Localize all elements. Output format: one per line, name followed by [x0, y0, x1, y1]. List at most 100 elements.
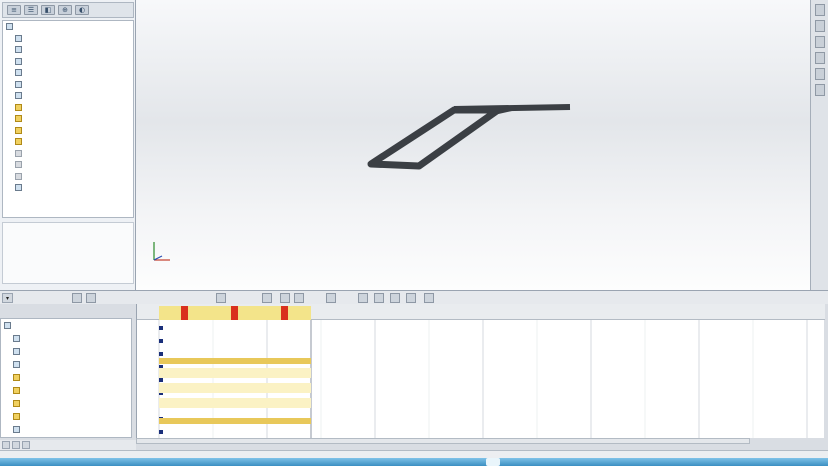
tree-item[interactable] — [1, 410, 131, 423]
view-palette-icon[interactable] — [814, 52, 825, 64]
part-icon — [15, 115, 22, 123]
property-manager-tab[interactable]: ☰ — [24, 5, 38, 15]
start-key — [159, 378, 163, 382]
tree-item[interactable] — [1, 332, 131, 345]
motion-study-icon — [4, 322, 11, 329]
feature-tree — [2, 20, 134, 218]
part-icon — [13, 400, 20, 407]
tree-item[interactable] — [3, 44, 133, 56]
animation-wizard-button[interactable] — [326, 293, 336, 303]
mates-folder-icon — [15, 184, 22, 192]
list-icon: ☰ — [27, 6, 35, 14]
spring-button[interactable] — [406, 293, 416, 303]
component-change-bar — [159, 398, 311, 408]
model-tab[interactable] — [2, 441, 10, 449]
motion-study-tab[interactable] — [12, 441, 20, 449]
timeline-graph[interactable] — [137, 304, 825, 438]
display-manager-tab[interactable]: ◐ — [75, 5, 89, 15]
feature-manager-panel: ≡ ☰ ◧ ⊕ ◐ — [0, 0, 136, 290]
feature-manager-tabs: ≡ ☰ ◧ ⊕ ◐ — [2, 2, 134, 18]
tree-item[interactable] — [1, 345, 131, 358]
origin-icon — [15, 92, 22, 100]
timeline-area[interactable] — [136, 304, 825, 438]
part-icon — [13, 387, 20, 394]
motion-manager-toolbar: ▾ — [0, 290, 828, 304]
plane-icon — [15, 69, 22, 77]
tree-item[interactable] — [3, 113, 133, 125]
keyframe-marker — [181, 306, 188, 320]
stop-button[interactable] — [262, 293, 272, 303]
taskbar-app-icon[interactable] — [486, 458, 500, 466]
feature-tree-empty-area — [2, 222, 134, 284]
dimxpert-manager-tab[interactable]: ⊕ — [58, 5, 72, 15]
mate-icon — [15, 172, 22, 180]
tree-item[interactable] — [3, 159, 133, 171]
graphics-viewport[interactable] — [136, 0, 810, 304]
part-icon — [15, 126, 22, 134]
orientation-icon — [13, 335, 20, 342]
start-key — [159, 339, 163, 343]
play-button[interactable] — [216, 293, 226, 303]
tree-item[interactable] — [3, 67, 133, 79]
tree-item[interactable] — [3, 90, 133, 102]
part-icon — [13, 413, 20, 420]
config-icon: ◧ — [44, 6, 52, 14]
resources-icon[interactable] — [814, 4, 825, 16]
tree-item[interactable] — [1, 384, 131, 397]
tree-item[interactable] — [1, 397, 131, 410]
appearances-icon[interactable] — [814, 68, 825, 80]
keyframe-marker — [281, 306, 288, 320]
play-from-start-button[interactable] — [86, 293, 96, 303]
save-animation-button[interactable] — [294, 293, 304, 303]
tree-item[interactable] — [3, 136, 133, 148]
part-icon — [15, 138, 22, 146]
start-key — [159, 326, 163, 330]
motion-study-tab-2[interactable] — [22, 441, 30, 449]
tree-icon: ≡ — [11, 6, 17, 14]
tree-item[interactable] — [3, 148, 133, 160]
start-key — [159, 430, 163, 434]
tree-item[interactable] — [3, 125, 133, 137]
assembly-model[interactable] — [136, 0, 810, 304]
custom-properties-icon[interactable] — [814, 84, 825, 96]
tree-item[interactable] — [3, 56, 133, 68]
feature-manager-tab[interactable]: ≡ — [7, 5, 21, 15]
component-change-bar — [159, 383, 311, 393]
tree-item[interactable] — [3, 33, 133, 45]
lights-cameras-icon — [13, 348, 20, 355]
tree-item[interactable] — [3, 171, 133, 183]
tree-item[interactable] — [3, 79, 133, 91]
configuration-manager-tab[interactable]: ◧ — [41, 5, 55, 15]
add-key-button[interactable] — [374, 293, 384, 303]
playback-speed-button[interactable] — [280, 293, 290, 303]
timeline-scrollbar[interactable] — [136, 438, 750, 444]
calculate-button[interactable] — [72, 293, 82, 303]
motor-button[interactable] — [390, 293, 400, 303]
display-icon: ◐ — [78, 6, 86, 14]
contact-button[interactable] — [424, 293, 434, 303]
keyframe-marker — [231, 306, 238, 320]
plane-icon — [15, 80, 22, 88]
frame-model-shape[interactable] — [367, 104, 571, 170]
mate-icon — [15, 149, 22, 157]
dimension-icon: ⊕ — [62, 6, 68, 14]
triad-axis-icon — [153, 242, 170, 261]
tree-item[interactable] — [1, 319, 131, 332]
tree-item[interactable] — [3, 21, 133, 33]
tree-item[interactable] — [1, 423, 131, 436]
status-bar — [0, 450, 828, 458]
mates-folder-icon — [13, 426, 20, 433]
study-type-select[interactable]: ▾ — [2, 293, 14, 303]
component-change-bar — [159, 418, 311, 424]
mate-icon — [15, 161, 22, 169]
tree-item[interactable] — [1, 358, 131, 371]
tree-item[interactable] — [3, 182, 133, 194]
annotations-icon — [15, 34, 22, 42]
plane-icon — [15, 57, 22, 65]
design-library-icon[interactable] — [814, 20, 825, 32]
tree-item[interactable] — [3, 102, 133, 114]
file-explorer-icon[interactable] — [814, 36, 825, 48]
tree-item[interactable] — [1, 371, 131, 384]
autokey-button[interactable] — [358, 293, 368, 303]
part-icon — [15, 103, 22, 111]
